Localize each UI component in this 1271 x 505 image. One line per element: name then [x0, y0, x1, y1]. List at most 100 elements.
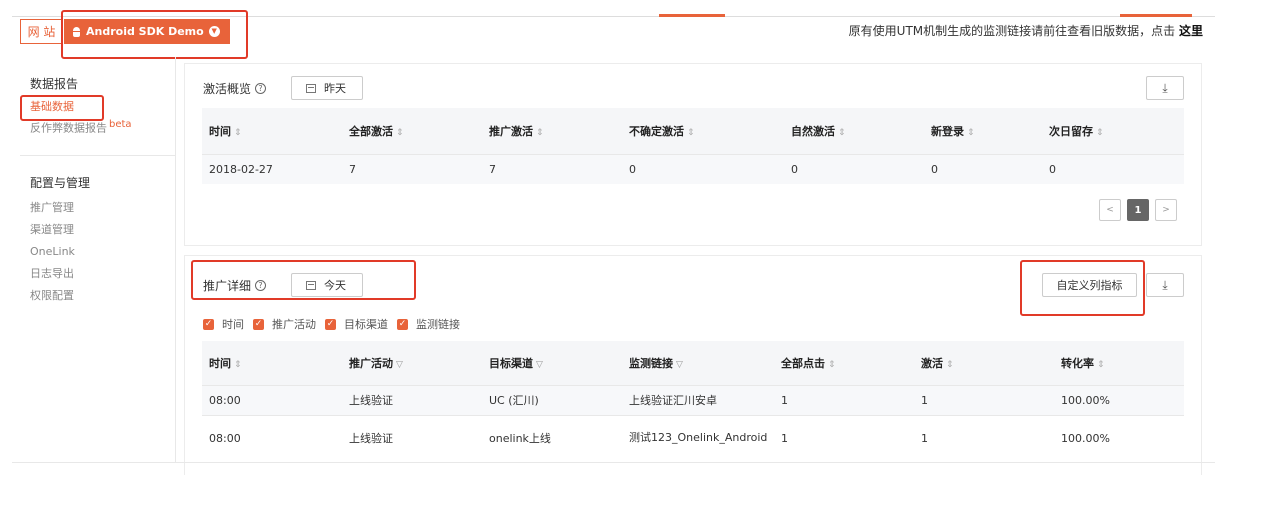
sort-icon[interactable]: ⇕: [838, 128, 846, 138]
column-label: 自然激活: [791, 124, 835, 138]
tab-website[interactable]: 网 站: [20, 19, 63, 44]
sort-icon[interactable]: ⇕: [967, 128, 975, 138]
column-label: 转化率: [1061, 356, 1094, 370]
dimension-checkboxes: ✓ 时间 ✓ 推广活动 ✓ 目标渠道 ✓ 监测链接: [203, 316, 469, 332]
overview-table: 时间 ⇕ 全部激活 ⇕ 推广激活 ⇕ 不确定激活 ⇕ 自然激活 ⇕ 新登录 ⇕ 次日留存 ⇕ …: [202, 108, 1184, 184]
sidebar-item-anti-fraud[interactable]: 反作弊数据报告 beta: [30, 116, 132, 135]
column-label: 推广激活: [489, 124, 533, 138]
checkbox-tracking-link[interactable]: ✓: [397, 318, 408, 330]
table-row: 08:00 上线验证 onelink上线 测试123_Onelink_Andro…: [202, 414, 1184, 461]
sidebar-item-onelink[interactable]: OneLink: [30, 241, 90, 263]
table-header-row: 时间 ⇕ 推广活动 ▽ 目标渠道 ▽ 监测链接 ▽ 全部点击 ⇕ 激活 ⇕ 转化率 ⇕: [202, 341, 1184, 385]
checkbox-time[interactable]: ✓: [203, 318, 214, 330]
column-label: 目标渠道: [489, 356, 533, 370]
column-header[interactable]: 不确定激活 ⇕: [622, 108, 784, 154]
sort-icon[interactable]: ⇕: [1096, 128, 1104, 138]
calendar-icon: [306, 83, 316, 93]
page-button-current[interactable]: 1: [1127, 199, 1149, 221]
table-cell: 0: [622, 153, 784, 184]
detail-header: 推广详细 ?: [203, 277, 267, 294]
checkbox-channel[interactable]: ✓: [325, 318, 336, 330]
column-header[interactable]: 转化率 ⇕: [1054, 341, 1184, 385]
column-header[interactable]: 时间 ⇕: [202, 108, 342, 154]
sort-icon[interactable]: ⇕: [234, 360, 242, 370]
help-icon[interactable]: ?: [255, 83, 267, 94]
sidebar-group-reports: 数据报告 基础数据 反作弊数据报告 beta: [20, 57, 132, 135]
sort-icon[interactable]: ⇕: [1097, 360, 1105, 370]
download-button[interactable]: ⤓: [1146, 76, 1184, 100]
prev-page-button[interactable]: <: [1099, 199, 1121, 221]
sort-icon[interactable]: ⇕: [536, 128, 544, 138]
notice-link[interactable]: 这里: [1179, 24, 1203, 38]
column-header[interactable]: 推广活动 ▽: [342, 341, 482, 385]
column-label: 推广活动: [349, 356, 393, 370]
checkbox-label: 目标渠道: [344, 318, 388, 331]
next-page-button[interactable]: >: [1155, 199, 1177, 221]
table-cell: 1: [774, 414, 914, 461]
table-cell: 100.00%: [1054, 414, 1184, 461]
notice-text: 原有使用UTM机制生成的监测链接请前往查看旧版数据，点击: [848, 24, 1176, 38]
detail-date-picker[interactable]: 今天: [291, 273, 363, 297]
table-cell: 100.00%: [1054, 384, 1184, 415]
sidebar-group-config: 配置与管理 推广管理 渠道管理 OneLink 日志导出 权限配置: [20, 156, 90, 307]
column-header[interactable]: 全部激活 ⇕: [342, 108, 482, 154]
column-header[interactable]: 推广激活 ⇕: [482, 108, 622, 154]
sidebar-item-channels[interactable]: 渠道管理: [30, 219, 90, 241]
column-header[interactable]: 监测链接 ▽: [622, 341, 774, 385]
sidebar-item-basic-data[interactable]: 基础数据: [30, 98, 132, 116]
sidebar-item-permissions[interactable]: 权限配置: [30, 285, 90, 307]
sort-icon[interactable]: ⇕: [396, 128, 404, 138]
table-header-row: 时间 ⇕ 全部激活 ⇕ 推广激活 ⇕ 不确定激活 ⇕ 自然激活 ⇕ 新登录 ⇕ 次日留存 ⇕: [202, 108, 1184, 154]
column-header[interactable]: 激活 ⇕: [914, 341, 1054, 385]
column-header[interactable]: 目标渠道 ▽: [482, 341, 622, 385]
table-row: 2018-02-27 7 7 0 0 0 0: [202, 153, 1184, 184]
legacy-notice: 原有使用UTM机制生成的监测链接请前往查看旧版数据，点击 这里: [849, 22, 1203, 39]
overview-date-picker[interactable]: 昨天: [291, 76, 363, 100]
tab-android-app[interactable]: Android SDK Demo ▼: [64, 19, 230, 44]
chevron-down-icon[interactable]: ▼: [208, 26, 220, 37]
download-icon: ⤓: [1162, 80, 1168, 95]
android-icon: [72, 26, 81, 37]
help-icon[interactable]: ?: [255, 280, 267, 291]
sidebar: 数据报告 基础数据 反作弊数据报告 beta 配置与管理 推广管理 渠道管理 On…: [20, 57, 175, 462]
table-cell: onelink上线: [482, 414, 622, 461]
overview-title: 激活概览: [203, 82, 252, 96]
sidebar-item-promotion[interactable]: 推广管理: [30, 197, 90, 219]
column-header[interactable]: 次日留存 ⇕: [1042, 108, 1184, 154]
checkbox-campaign[interactable]: ✓: [253, 318, 264, 330]
sort-icon[interactable]: ⇕: [687, 128, 695, 138]
column-label: 全部点击: [781, 356, 825, 370]
sidebar-group-title: 数据报告: [30, 77, 79, 91]
sort-icon[interactable]: ⇕: [828, 360, 836, 370]
sort-icon[interactable]: ⇕: [234, 128, 242, 138]
activation-overview-panel: 激活概览 ? 昨天 ⤓ 时间 ⇕ 全部激活 ⇕ 推广激活 ⇕ 不确定激活 ⇕ 自然激活 ⇕…: [184, 63, 1202, 246]
detail-table: 时间 ⇕ 推广活动 ▽ 目标渠道 ▽ 监测链接 ▽ 全部点击 ⇕ 激活 ⇕ 转化率 ⇕ 08:…: [202, 341, 1184, 461]
custom-columns-button[interactable]: 自定义列指标: [1042, 273, 1137, 297]
table-cell: 上线验证: [342, 384, 482, 415]
table-cell: 测试123_Onelink_Android: [622, 414, 774, 461]
table-cell: 1: [774, 384, 914, 415]
table-cell: 7: [342, 153, 482, 184]
column-label: 全部激活: [349, 124, 393, 138]
sort-icon[interactable]: ⇕: [946, 360, 954, 370]
download-button[interactable]: ⤓: [1146, 273, 1184, 297]
app-name: Android SDK Demo: [86, 25, 204, 38]
app-switcher: 网 站 Android SDK Demo ▼: [20, 19, 230, 44]
column-header[interactable]: 自然激活 ⇕: [784, 108, 924, 154]
app-page: 网 站 Android SDK Demo ▼ 原有使用UTM机制生成的监测链接请…: [0, 0, 1271, 505]
filter-icon[interactable]: ▽: [676, 360, 683, 370]
checkbox-label: 时间: [222, 318, 244, 331]
sidebar-group-title: 配置与管理: [30, 176, 91, 190]
column-header[interactable]: 新登录 ⇕: [924, 108, 1042, 154]
checkbox-label: 监测链接: [416, 318, 460, 331]
column-header[interactable]: 全部点击 ⇕: [774, 341, 914, 385]
table-cell: 1: [914, 384, 1054, 415]
detail-title: 推广详细: [203, 279, 252, 293]
column-label: 监测链接: [629, 356, 673, 370]
sidebar-item-log-export[interactable]: 日志导出: [30, 263, 90, 285]
beta-badge: beta: [109, 119, 132, 130]
filter-icon[interactable]: ▽: [396, 360, 403, 370]
column-label: 新登录: [931, 124, 964, 138]
filter-icon[interactable]: ▽: [536, 360, 543, 370]
column-header[interactable]: 时间 ⇕: [202, 341, 342, 385]
